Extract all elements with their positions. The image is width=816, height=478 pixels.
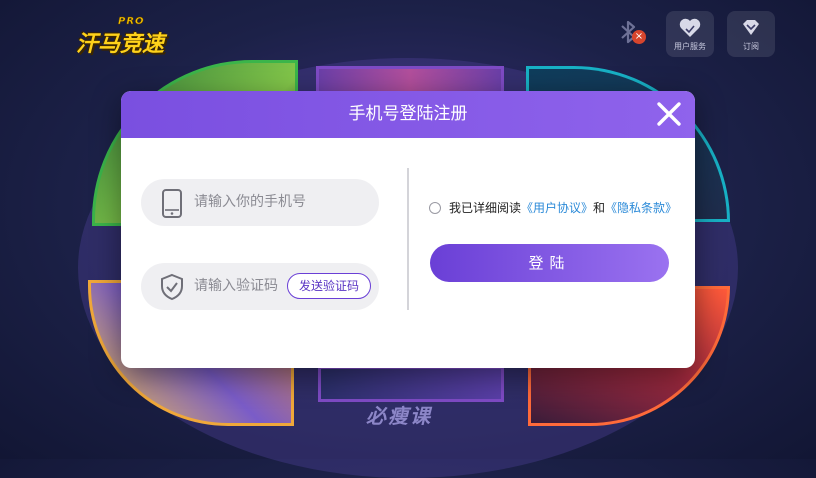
user-service-button[interactable]: 用户服务 — [666, 11, 714, 57]
bluetooth-disconnected-badge: × — [632, 30, 646, 44]
privacy-policy-link[interactable]: 《隐私条款》 — [605, 201, 677, 215]
agree-radio[interactable] — [429, 202, 441, 214]
category-tile-bottom-center[interactable] — [318, 366, 504, 402]
phone-field[interactable]: 请输入你的手机号 — [141, 179, 379, 226]
login-dialog: 手机号登陆注册 请输入你的手机号 请输入验证码 发送验证码 我已详细阅读《用户协… — [121, 91, 695, 368]
dialog-title: 手机号登陆注册 — [348, 104, 468, 124]
phone-icon — [159, 189, 185, 218]
code-field[interactable]: 请输入验证码 发送验证码 — [141, 263, 379, 310]
close-button[interactable] — [655, 100, 683, 128]
heart-icon — [666, 17, 714, 39]
user-agreement-link[interactable]: 《用户协议》 — [521, 201, 593, 215]
dialog-header: 手机号登陆注册 — [121, 91, 695, 138]
subscribe-button[interactable]: 订阅 — [727, 11, 775, 57]
user-service-label: 用户服务 — [674, 42, 706, 51]
agreement-row: 我已详细阅读《用户协议》和《隐私条款》 — [429, 199, 677, 216]
shield-check-icon — [159, 273, 185, 301]
subscribe-label: 订阅 — [743, 42, 759, 51]
logo-name: 汗马竞速 — [76, 32, 165, 57]
diamond-icon — [727, 17, 775, 39]
app-logo: PRO 汗马竞速 — [74, 16, 170, 57]
phone-input[interactable]: 请输入你的手机号 — [194, 179, 306, 226]
and-text: 和 — [593, 201, 606, 215]
course-label: 必瘦课 — [366, 404, 432, 428]
agree-prefix: 我已详细阅读 — [449, 201, 522, 215]
code-input[interactable]: 请输入验证码 — [194, 263, 278, 310]
divider — [407, 168, 409, 310]
close-icon — [657, 102, 681, 126]
login-button[interactable]: 登陆 — [430, 244, 669, 282]
send-code-button[interactable]: 发送验证码 — [287, 273, 371, 299]
